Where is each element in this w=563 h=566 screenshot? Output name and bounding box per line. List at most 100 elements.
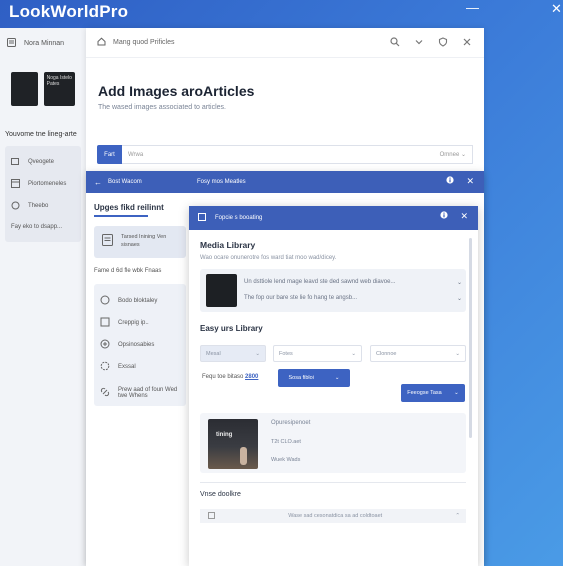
media-library-title: Media Library xyxy=(200,240,256,250)
media-preview-box: Un dsttiole lend mage leavd ste ded sawn… xyxy=(200,269,466,312)
result-image[interactable]: tining xyxy=(208,419,258,469)
section-heading: Upges fikd reilinnt xyxy=(94,203,164,212)
thumbnail-2[interactable]: Noga Istelo Pates xyxy=(43,72,75,106)
option-text: Wase sad cesonatdica sa ad coldtoaet xyxy=(288,513,383,519)
list-item[interactable]: Opsinosabies xyxy=(100,334,180,356)
result-image-caption: tining xyxy=(216,432,233,438)
search-placeholder: Wrwa xyxy=(128,151,144,158)
list-item[interactable]: Qveogete xyxy=(11,151,75,173)
checkbox[interactable] xyxy=(208,511,215,521)
list-item[interactable]: Bodo bloktaley xyxy=(100,290,180,312)
thumbnail-2-text: Noga Istelo Pates xyxy=(46,75,72,87)
app-title: LookWorldPro xyxy=(9,2,129,21)
section-title: Vnse doolkre xyxy=(200,491,241,498)
thumbnail-1[interactable] xyxy=(11,72,38,106)
search-result[interactable]: tining Opuresipenoet T2t CLO.aet Wuek Wa… xyxy=(200,413,466,473)
sort-select[interactable]: Clonnoe ⌄ xyxy=(370,345,466,362)
chevron-up-icon[interactable]: ⌃ xyxy=(455,513,460,519)
media-library-subtitle: Wao ocare onunerotre fos ward tiat moo w… xyxy=(200,255,337,261)
search-tab[interactable]: Fart xyxy=(97,145,122,164)
media-option-text: Un dsttiole lend mage leavd ste ded sawn… xyxy=(244,279,396,285)
list-item[interactable]: Fay eko to dsapp... xyxy=(11,217,75,237)
list-item[interactable]: Theebo xyxy=(11,195,75,217)
result-meta: T2t CLO.aet xyxy=(271,439,301,445)
media-dialog-header: Fopcie s booating ✕ xyxy=(189,206,478,230)
left-panel-user: Nora Minnan xyxy=(24,39,65,47)
heading-underline xyxy=(94,215,148,217)
home-icon xyxy=(97,37,106,48)
filter-count-link[interactable]: 2800 xyxy=(245,374,258,380)
filter-row: Fequ toe bitaso 2800 xyxy=(202,374,258,380)
back-arrow-icon[interactable]: ← xyxy=(94,178,102,187)
document-icon xyxy=(102,233,113,251)
share-icon xyxy=(100,295,110,307)
circle-icon xyxy=(11,201,20,212)
result-title: Opuresipenoet xyxy=(271,420,311,426)
copy-icon xyxy=(100,317,110,329)
list-item[interactable]: Creppig ip.. xyxy=(100,312,180,334)
options-list: Bodo bloktaley Creppig ip.. Opsinosabies… xyxy=(94,284,186,406)
list-item-label: Opsinosabies xyxy=(118,342,155,348)
format-select[interactable]: Fotes ⌄ xyxy=(273,345,362,362)
document-icon xyxy=(7,37,16,49)
media-thumbnail[interactable] xyxy=(206,274,237,307)
list-item[interactable]: Prew aad of foun Wed twe Whens xyxy=(100,378,180,408)
search-input[interactable]: Wrwa Omnee ⌄ xyxy=(122,145,473,164)
search-dropdown[interactable]: Omnee ⌄ xyxy=(440,151,466,158)
settings-icon xyxy=(100,361,110,373)
list-item-label: Exssal xyxy=(118,364,136,370)
list-item-label: Creppig ip.. xyxy=(118,320,149,326)
back-label[interactable]: Bost Wacom xyxy=(108,179,142,185)
list-item-label: Piortomeneles xyxy=(28,181,67,187)
divider xyxy=(200,482,466,483)
chevron-down-icon[interactable] xyxy=(414,37,424,50)
articles-dialog-header: ← Bost Wacom Fosy mos Meatles ✕ xyxy=(86,171,484,193)
list-item[interactable]: Exssal xyxy=(100,356,180,378)
media-option-row[interactable]: Un dsttiole lend mage leavd ste ded sawn… xyxy=(244,279,462,286)
list-item-label: Bodo bloktaley xyxy=(118,298,158,304)
shield-icon[interactable] xyxy=(438,37,448,50)
primary-action-button[interactable]: Feeogse Tasa ⌄ xyxy=(401,384,465,402)
media-option-text: The fop our bare ste lie fo hang te angs… xyxy=(244,295,358,301)
chevron-down-icon[interactable]: ⌄ xyxy=(457,295,462,302)
list-item[interactable]: Piortomeneles xyxy=(11,173,75,195)
filter-label: Fequ toe bitaso xyxy=(202,374,244,380)
calendar-icon xyxy=(11,178,20,190)
option-row[interactable]: Wase sad cesonatdica sa ad coldtoaet ⌃ xyxy=(200,509,466,523)
chevron-down-icon[interactable]: ⌄ xyxy=(457,279,462,286)
list-item-label: Qveogete xyxy=(28,159,55,165)
list-label: Fame d 6d fle wbk Fnaas xyxy=(94,268,162,274)
scrollbar[interactable] xyxy=(469,238,472,438)
card-text: Tarsed Inining Ven sisnaes xyxy=(121,234,167,248)
link-icon xyxy=(100,387,110,399)
info-icon[interactable] xyxy=(446,176,455,187)
close-icon[interactable]: ✕ xyxy=(460,211,468,222)
share-icon xyxy=(11,157,20,168)
page-subtitle: The wased images associated to articles. xyxy=(98,104,227,111)
media-library-dialog: Fopcie s booating ✕ Media Library Wao oc… xyxy=(189,206,478,566)
minimize-icon[interactable]: — xyxy=(466,0,479,15)
result-author: Wuek Wads xyxy=(271,457,301,463)
search-library-button[interactable]: Sosa fibloi ⌄ xyxy=(278,369,350,387)
search-icon[interactable] xyxy=(390,37,400,50)
left-panel: Nora Minnan Noga Istelo Pates Youvome tn… xyxy=(0,28,86,566)
info-icon[interactable] xyxy=(440,211,449,222)
add-icon xyxy=(100,339,110,351)
list-item-label: Theebo xyxy=(28,203,49,209)
left-panel-header: Nora Minnan xyxy=(0,28,86,58)
search-row: Fart Wrwa Omnee ⌄ xyxy=(97,145,473,164)
window-icon xyxy=(198,213,206,223)
selected-card[interactable]: Tarsed Inining Ven sisnaes xyxy=(94,226,186,258)
close-icon[interactable]: ✕ xyxy=(551,1,562,17)
breadcrumb: Mang quod Prificles xyxy=(113,39,175,46)
page-title: Add Images aroArticles xyxy=(98,83,255,99)
list-item-label: Fay eko to dsapp... xyxy=(11,224,63,230)
list-item-label: Prew aad of foun Wed twe Whens xyxy=(118,387,178,399)
close-icon[interactable]: ✕ xyxy=(466,176,474,187)
dialog-title: Fosy mos Meatles xyxy=(197,179,246,185)
close-icon[interactable] xyxy=(462,37,472,50)
type-select[interactable]: Mesal ⌄ xyxy=(200,345,266,362)
media-option-row[interactable]: The fop our bare ste lie fo hang te angs… xyxy=(244,295,462,302)
media-dialog-header-label: Fopcie s booating xyxy=(215,215,263,221)
left-panel-list: Qveogete Piortomeneles Theebo Fay eko to… xyxy=(5,146,81,242)
